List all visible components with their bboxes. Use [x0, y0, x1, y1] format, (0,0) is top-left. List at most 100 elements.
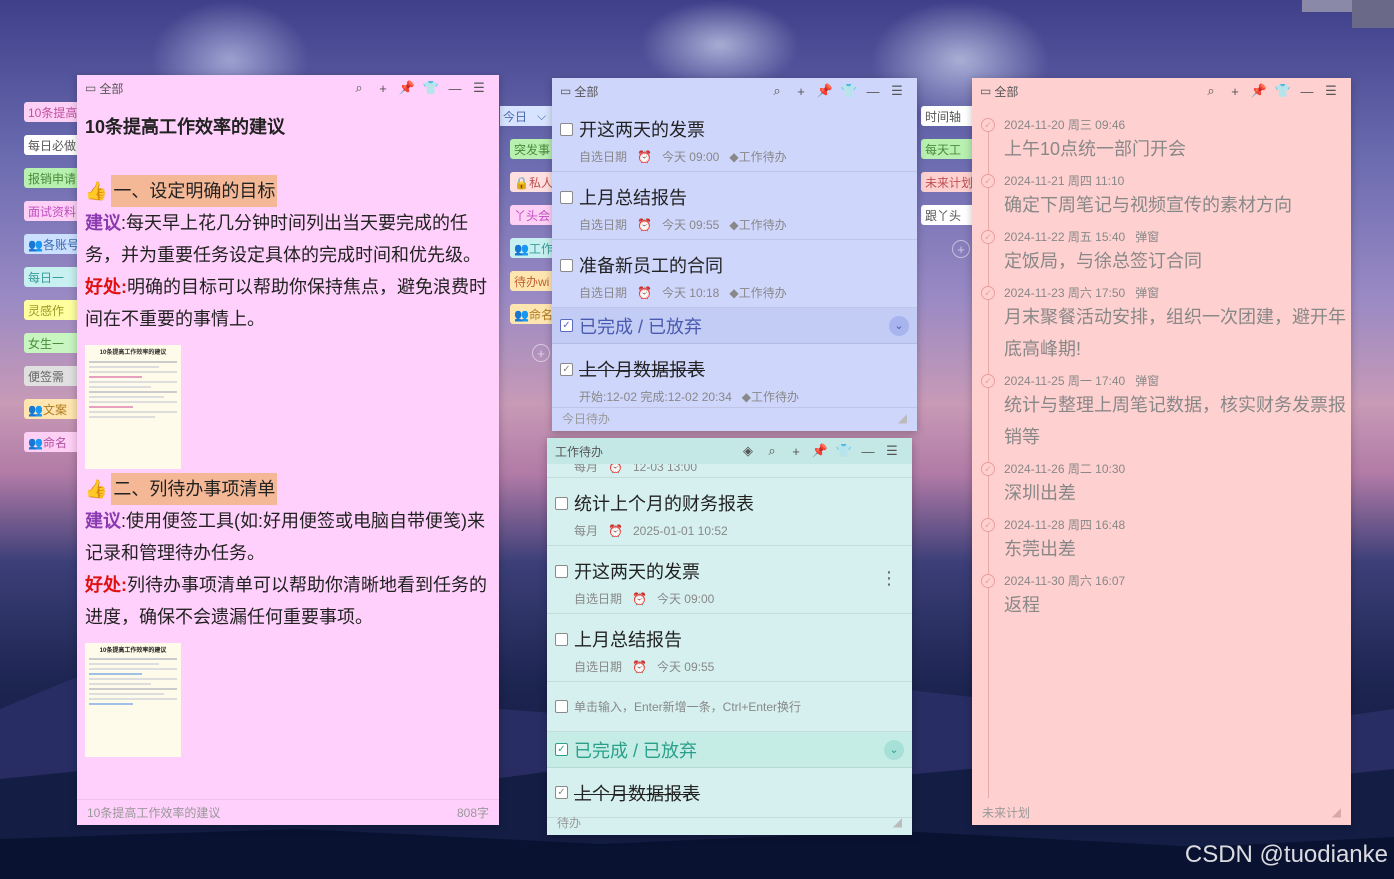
add-icon[interactable]: + [1223, 84, 1247, 99]
note-work-todos[interactable]: 工作待办 ◈ ⌕ + 📌 👕 — ☰ 每月 ⏰ 12-03 13:00 统计上个月的… [547, 438, 912, 835]
category-tab[interactable]: 时间轴 [921, 106, 973, 126]
checkbox[interactable] [555, 496, 568, 510]
checkbox[interactable] [560, 190, 573, 204]
checkbox[interactable] [555, 632, 568, 646]
category-tab[interactable]: 女生一 [24, 333, 78, 353]
timeline-item[interactable]: ✓ 2024-11-30 周六 16:07 返程 [972, 572, 1351, 628]
note-today-todos[interactable]: ▭ 全部 ⌕ + 📌 👕 — ☰ 开这两天的发票 自选日期 ⏰ 今天 09:00 ◆工作… [552, 78, 917, 431]
minimize-icon[interactable]: — [861, 84, 885, 99]
done-section-header[interactable]: ✓ 已完成 / 已放弃 ⌄ [552, 308, 917, 344]
check-circle-icon[interactable]: ✓ [981, 118, 995, 132]
date-filter-dropdown[interactable]: 今日 ⌵ [500, 106, 552, 126]
timeline-item[interactable]: ✓ 2024-11-26 周二 10:30 深圳出差 [972, 460, 1351, 516]
category-tab[interactable]: 👥工作 [510, 238, 554, 258]
add-icon[interactable]: + [789, 84, 813, 99]
check-circle-icon[interactable]: ✓ [981, 174, 995, 188]
category-tab[interactable]: 丫头会 [510, 205, 554, 225]
add-icon[interactable]: + [371, 81, 395, 96]
search-icon[interactable]: ⌕ [1199, 83, 1223, 99]
menu-icon[interactable]: ☰ [467, 80, 491, 96]
checkbox[interactable] [560, 258, 573, 272]
todo-item[interactable]: 上月总结报告 自选日期 ⏰ 今天 09:55 ◆工作待办 [552, 172, 917, 240]
category-tab[interactable]: 每日一 [24, 267, 78, 287]
pin-icon[interactable]: 📌 [813, 83, 837, 99]
category-tab[interactable]: 跟丫头 [921, 205, 973, 225]
todo-item-partial[interactable]: 每月 ⏰ 12-03 13:00 [547, 464, 912, 478]
skin-icon[interactable]: 👕 [832, 443, 856, 459]
timeline-item[interactable]: ✓ 2024-11-20 周三 09:46 上午10点统一部门开会 [972, 116, 1351, 172]
category-tab[interactable]: 🔒私人 [510, 172, 554, 192]
timeline-item[interactable]: ✓ 2024-11-21 周四 11:10 确定下周笔记与视频宣传的素材方向 [972, 172, 1351, 228]
category-tab[interactable]: 灵感作 [24, 300, 78, 320]
check-circle-icon[interactable]: ✓ [981, 286, 995, 300]
timeline-item[interactable]: ✓ 2024-11-28 周四 16:48 东莞出差 [972, 516, 1351, 572]
folder-label[interactable]: 全部 [574, 83, 598, 100]
menu-icon[interactable]: ☰ [1319, 83, 1343, 99]
menu-icon[interactable]: ☰ [885, 83, 909, 99]
minimize-icon[interactable]: — [1295, 84, 1319, 99]
todo-item[interactable]: 开这两天的发票 自选日期 ⏰ 今天 09:00 ⋮ [547, 546, 912, 614]
category-tab[interactable]: 每天工 [921, 139, 973, 159]
check-circle-icon[interactable]: ✓ [981, 374, 995, 388]
check-circle-icon[interactable]: ✓ [981, 518, 995, 532]
folder-label[interactable]: 全部 [99, 80, 123, 97]
category-tab[interactable]: 👥命名 [24, 432, 78, 452]
chevron-down-icon[interactable]: ⌄ [889, 315, 909, 336]
todo-item[interactable]: 开这两天的发票 自选日期 ⏰ 今天 09:00 ◆工作待办 [552, 104, 917, 172]
more-options-icon[interactable]: ⋮ [880, 568, 898, 589]
skin-icon[interactable]: 👕 [1271, 83, 1295, 99]
add-note-icon[interactable]: + [952, 240, 970, 258]
category-tab[interactable]: 报销申请 [24, 168, 78, 188]
menu-icon[interactable]: ☰ [880, 443, 904, 459]
category-tab[interactable]: 便签需 [24, 366, 78, 386]
note-future-plan[interactable]: ▭ 全部 ⌕ + 📌 👕 — ☰ ✓ 2024-11-20 周三 09:46 上午… [972, 78, 1351, 825]
category-tab[interactable]: 每日必做 [24, 135, 78, 155]
category-tab[interactable]: 👥各账号 [24, 234, 78, 254]
layers-icon[interactable]: ◈ [736, 443, 760, 459]
category-tab[interactable]: 10条提高 [24, 102, 78, 122]
todo-item[interactable]: 上月总结报告 自选日期 ⏰ 今天 09:55 [547, 614, 912, 682]
skin-icon[interactable]: 👕 [419, 80, 443, 96]
category-tab[interactable]: 突发事 [510, 139, 554, 159]
timeline-item[interactable]: ✓ 2024-11-23 周六 17:50 弹窗 月末聚餐活动安排，组织一次团建，… [972, 284, 1351, 372]
check-circle-icon[interactable]: ✓ [981, 230, 995, 244]
checkbox-checked[interactable]: ✓ [555, 786, 568, 799]
done-section-header[interactable]: ✓ 已完成 / 已放弃 ⌄ [547, 732, 912, 768]
category-tab[interactable]: 待办wi [510, 271, 554, 291]
search-icon[interactable]: ⌕ [760, 443, 784, 459]
checkbox[interactable] [555, 564, 568, 578]
check-circle-icon[interactable]: ✓ [981, 462, 995, 476]
note-efficiency-tips[interactable]: ▭ 全部 ⌕ + 📌 👕 — ☰ 10条提高工作效率的建议 👍 一、设定明确的目标 … [77, 75, 499, 825]
category-tab[interactable]: 未来计划 [921, 172, 973, 192]
category-tab[interactable]: 面试资料 [24, 201, 78, 221]
chevron-down-icon[interactable]: ⌄ [884, 739, 904, 760]
todo-item[interactable]: 统计上个月的财务报表 每月 ⏰ 2025-01-01 10:52 [547, 478, 912, 546]
category-tab[interactable]: 👥命名 [510, 304, 554, 324]
check-circle-icon[interactable]: ✓ [981, 574, 995, 588]
resize-grip-icon[interactable]: ◢ [893, 815, 902, 829]
done-todo-item[interactable]: ✓ 上个月数据报表 开始:12-02 完成:12-02 20:34 ◆工作待办 [552, 344, 917, 408]
search-icon[interactable]: ⌕ [765, 83, 789, 99]
note-body[interactable]: 10条提高工作效率的建议 👍 一、设定明确的目标 建议:每天早上花几分钟时间列出当… [77, 101, 499, 757]
pin-icon[interactable]: 📌 [1247, 83, 1271, 99]
checkbox[interactable] [560, 122, 573, 136]
timeline-item[interactable]: ✓ 2024-11-22 周五 15:40 弹窗 定饭局，与徐总签订合同 [972, 228, 1351, 284]
checkbox-checked[interactable]: ✓ [560, 362, 573, 376]
skin-icon[interactable]: 👕 [837, 83, 861, 99]
add-note-icon[interactable]: + [532, 344, 550, 362]
folder-label[interactable]: 全部 [994, 83, 1018, 100]
category-tab[interactable]: 👥文案 [24, 399, 78, 419]
timeline-item[interactable]: ✓ 2024-11-25 周一 17:40 弹窗 统计与整理上周笔记数据，核实财务… [972, 372, 1351, 460]
todo-item[interactable]: 准备新员工的合同 自选日期 ⏰ 今天 10:18 ◆工作待办 [552, 240, 917, 308]
new-todo-input[interactable]: 单击输入，Enter新增一条，Ctrl+Enter换行 [547, 682, 912, 732]
resize-grip-icon[interactable]: ◢ [1332, 805, 1341, 819]
minimize-icon[interactable]: — [443, 81, 467, 96]
minimize-icon[interactable]: — [856, 444, 880, 459]
pin-icon[interactable]: 📌 [395, 80, 419, 96]
document-thumbnail[interactable]: 10条提高工作效率的建议 [85, 345, 181, 469]
search-icon[interactable]: ⌕ [347, 80, 371, 96]
resize-grip-icon[interactable]: ◢ [898, 411, 907, 425]
add-icon[interactable]: + [784, 444, 808, 459]
pin-icon[interactable]: 📌 [808, 443, 832, 459]
document-thumbnail[interactable]: 10条提高工作效率的建议 [85, 643, 181, 757]
